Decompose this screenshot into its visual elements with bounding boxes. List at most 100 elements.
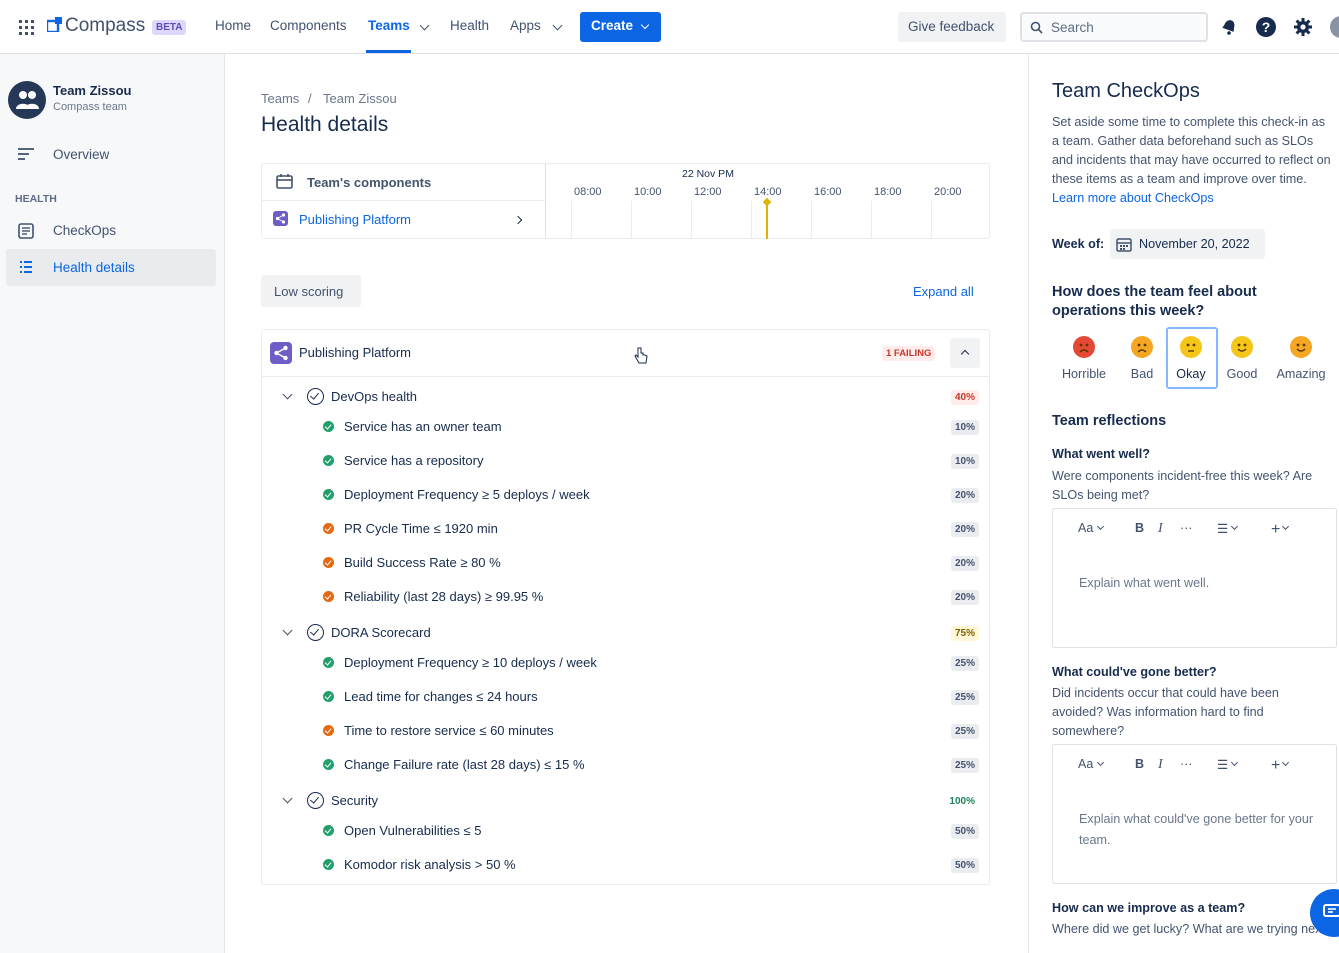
- criterion-label: Deployment Frequency ≥ 5 deploys / week: [344, 487, 590, 502]
- component-icon: [273, 211, 288, 229]
- criterion-weight-badge: 20%: [950, 522, 979, 537]
- chevron-down-icon[interactable]: [282, 625, 293, 636]
- timeline-hour-label: 18:00: [874, 186, 902, 198]
- nav-apps[interactable]: Apps: [510, 18, 541, 33]
- list-dropdown[interactable]: ☰: [1217, 521, 1228, 536]
- week-label: Week of:: [1052, 237, 1105, 251]
- chevron-right-icon[interactable]: [513, 215, 523, 225]
- timeline-now-marker-head: [762, 197, 772, 207]
- check-circle-icon: [307, 792, 324, 809]
- calendar-icon: [1116, 237, 1132, 255]
- give-feedback-button[interactable]: Give feedback: [898, 12, 1006, 42]
- nav-health[interactable]: Health: [450, 18, 489, 33]
- chevron-down-icon[interactable]: [282, 389, 293, 400]
- create-chevron-down-icon: [640, 20, 650, 30]
- mood-label[interactable]: Okay: [1176, 367, 1205, 381]
- active-tab-indicator: [366, 50, 411, 53]
- breadcrumb-teams[interactable]: Teams: [261, 91, 299, 106]
- nav-home[interactable]: Home: [215, 18, 251, 33]
- expand-all-link[interactable]: Expand all: [913, 284, 974, 299]
- teams-chevron-down-icon[interactable]: [419, 20, 430, 31]
- italic-button[interactable]: I: [1158, 757, 1163, 773]
- help-icon[interactable]: ?: [1256, 17, 1276, 37]
- timeline-hour-label: 16:00: [814, 186, 842, 198]
- mood-label[interactable]: Horrible: [1062, 367, 1106, 381]
- criterion-weight-badge: 10%: [950, 454, 979, 469]
- panel-intro: Set aside some time to complete this che…: [1052, 113, 1334, 208]
- compass-logo-icon[interactable]: [45, 17, 62, 34]
- timeline-divider: [545, 164, 546, 238]
- search-input[interactable]: Search: [1020, 12, 1208, 42]
- timeline-hour-label: 14:00: [754, 186, 782, 198]
- criterion-weight-badge: 20%: [950, 556, 979, 571]
- mood-label[interactable]: Amazing: [1277, 367, 1326, 381]
- mood-horrible-icon[interactable]: [1073, 336, 1095, 358]
- italic-button[interactable]: I: [1158, 521, 1163, 537]
- sidebar-item-health-details[interactable]: Health details: [6, 249, 216, 286]
- timeline-gridline: [631, 201, 632, 239]
- component-link[interactable]: Publishing Platform: [299, 212, 411, 227]
- bold-button[interactable]: B: [1135, 521, 1144, 535]
- criterion-label: Lead time for changes ≤ 24 hours: [344, 689, 538, 704]
- q2-editor[interactable]: Aa B I ··· ☰ + Explain what could've gone bet…: [1052, 744, 1337, 884]
- overview-icon: [17, 147, 35, 164]
- mood-amazing-icon[interactable]: [1290, 336, 1312, 358]
- sidebar-item-checkops[interactable]: CheckOps: [6, 212, 216, 249]
- check-circle-icon: [307, 388, 324, 405]
- q1-placeholder: Explain what went well.: [1079, 576, 1210, 590]
- more-formatting-button[interactable]: ···: [1180, 521, 1193, 535]
- group-score-badge: 40%: [950, 390, 979, 405]
- group-score-badge: 75%: [950, 626, 979, 641]
- learn-more-link[interactable]: Learn more about CheckOps: [1052, 191, 1214, 205]
- user-avatar[interactable]: [1330, 16, 1339, 38]
- check-passed-icon: [323, 421, 334, 432]
- give-feedback-label: Give feedback: [908, 19, 995, 34]
- sidebar-item-label: CheckOps: [53, 223, 117, 238]
- week-picker[interactable]: November 20, 2022: [1110, 229, 1265, 259]
- failing-badge: 1 FAILING: [882, 346, 936, 361]
- bold-button[interactable]: B: [1135, 757, 1144, 771]
- list-dropdown[interactable]: ☰: [1217, 757, 1228, 772]
- mood-question: How does the team feel about operations …: [1052, 284, 1257, 319]
- mood-label[interactable]: Bad: [1131, 367, 1153, 381]
- sidebar: Team Zissou Compass team Overview HEALTH…: [0, 54, 225, 953]
- breadcrumb-team[interactable]: Team Zissou: [323, 91, 397, 106]
- apps-chevron-down-icon[interactable]: [552, 20, 563, 31]
- criterion-label: PR Cycle Time ≤ 1920 min: [344, 521, 498, 536]
- insert-dropdown[interactable]: +: [1271, 521, 1280, 539]
- sidebar-section-health: HEALTH: [15, 193, 57, 205]
- nav-teams[interactable]: Teams: [368, 18, 410, 33]
- q1-editor[interactable]: Aa B I ··· ☰ + Explain what went well.: [1052, 508, 1337, 648]
- group-score-badge: 100%: [949, 796, 975, 807]
- insert-dropdown[interactable]: +: [1271, 757, 1280, 775]
- brand-name[interactable]: Compass: [65, 15, 145, 37]
- breadcrumb-separator: /: [308, 91, 312, 106]
- mood-label[interactable]: Good: [1227, 367, 1258, 381]
- notifications-icon[interactable]: [1220, 18, 1238, 36]
- app-switcher-icon[interactable]: [19, 20, 34, 35]
- font-style-dropdown[interactable]: Aa: [1078, 757, 1093, 771]
- week-value: November 20, 2022: [1139, 237, 1250, 251]
- mood-okay-icon[interactable]: [1180, 336, 1202, 358]
- chevron-down-icon: [1230, 522, 1239, 531]
- criterion-label: Time to restore service ≤ 60 minutes: [344, 723, 554, 738]
- check-passed-icon: [323, 455, 334, 466]
- timeline-row-divider: [262, 200, 545, 201]
- q1-label: What went well?: [1052, 447, 1150, 461]
- chevron-down-icon[interactable]: [282, 793, 293, 804]
- timeline-hour-label: 20:00: [934, 186, 962, 198]
- collapse-button[interactable]: [950, 338, 980, 368]
- create-button[interactable]: Create: [580, 12, 661, 42]
- q2-placeholder: Explain what could've gone better for yo…: [1079, 812, 1314, 847]
- settings-icon[interactable]: [1293, 17, 1313, 37]
- mood-good-icon[interactable]: [1231, 336, 1253, 358]
- nav-components[interactable]: Components: [270, 18, 347, 33]
- font-style-dropdown[interactable]: Aa: [1078, 521, 1093, 535]
- more-formatting-button[interactable]: ···: [1180, 757, 1193, 771]
- criterion-weight-badge: 50%: [950, 858, 979, 873]
- mood-bad-icon[interactable]: [1131, 336, 1153, 358]
- sidebar-item-overview[interactable]: Overview: [6, 136, 216, 173]
- filter-low-scoring[interactable]: Low scoring: [261, 275, 361, 307]
- check-failed-icon: [323, 523, 334, 534]
- timeline-gridline: [811, 201, 812, 239]
